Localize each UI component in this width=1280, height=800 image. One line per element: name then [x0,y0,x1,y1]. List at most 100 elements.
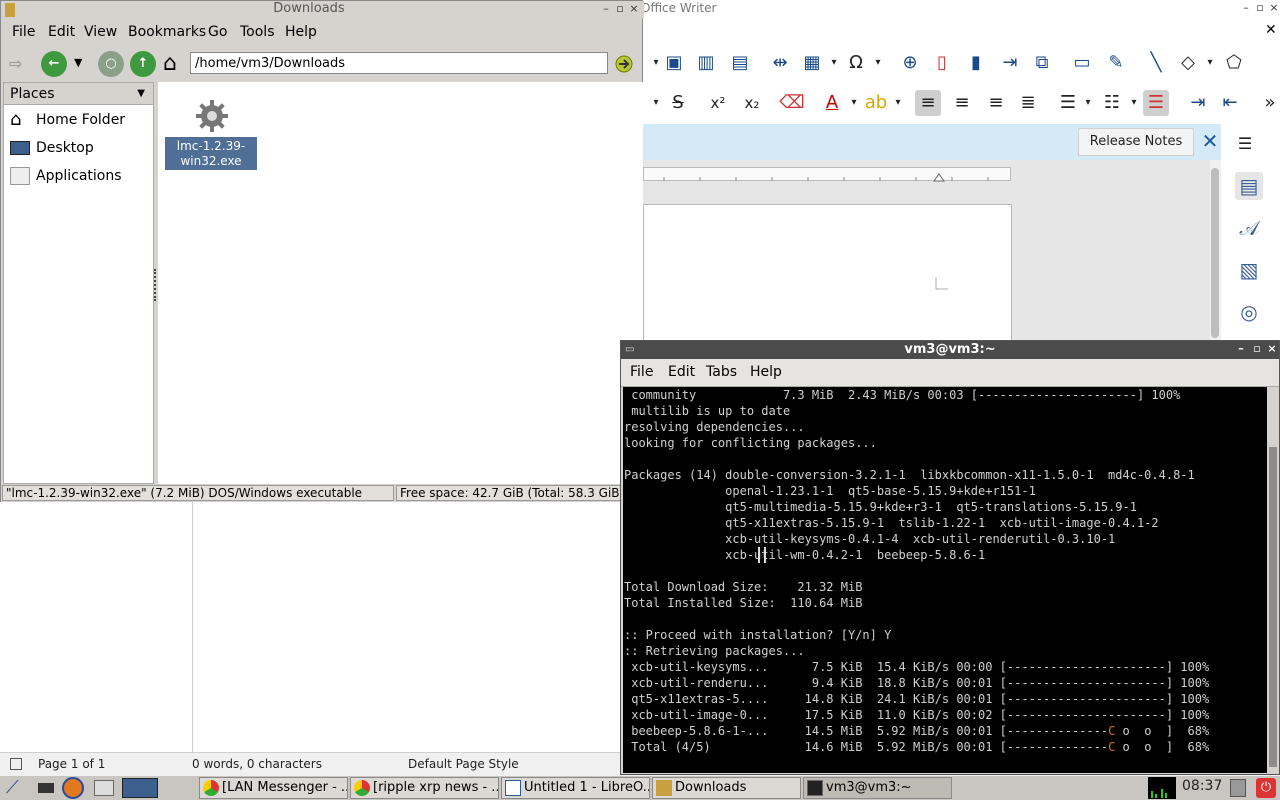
menu-tools[interactable]: Tools [240,24,275,40]
place-label: Applications [36,168,122,184]
align-left-icon[interactable]: ≡ [915,90,941,116]
dropdown-arrow-icon[interactable]: ▾ [1075,90,1101,116]
insert-textbox-icon[interactable]: ▤ [727,50,753,76]
bookmark-icon[interactable]: ⇥ [997,50,1023,76]
close-icon[interactable]: ✕ [1199,130,1221,152]
menu-file[interactable]: File [630,364,653,380]
task-ripple-news[interactable]: [ripple xrp news - ... [350,777,499,799]
menu-help[interactable]: Help [750,364,782,380]
justify-icon[interactable]: ≣ [1015,90,1041,116]
track-changes-icon[interactable]: ✎ [1103,50,1129,76]
comment-icon[interactable]: ▭ [1069,50,1095,76]
scroll-thumb[interactable] [1269,447,1277,767]
dropdown-arrow-icon[interactable]: ▾ [865,50,891,76]
start-menu-icon[interactable]: ⟋ [6,778,30,798]
history-dropdown-icon[interactable]: ▼ [74,56,82,69]
chevron-down-icon[interactable]: ▼ [137,88,145,99]
place-desktop[interactable]: Desktop [6,135,151,161]
file-manager-launcher-icon[interactable] [94,780,114,796]
terminal-line: xcb-util-renderu... 9.4 KiB 18.8 KiB/s 0… [624,676,1210,690]
strikethrough-icon[interactable]: S [665,90,691,116]
firefox-icon[interactable] [62,777,84,799]
home-icon: ⌂ [10,109,22,130]
menu-file[interactable]: File [12,24,35,40]
desktop-icon [10,141,30,155]
menu-bookmarks[interactable]: Bookmarks [128,24,206,40]
clock[interactable]: 08:37 [1182,778,1222,794]
terminal-scrollbar[interactable] [1267,387,1279,773]
up-icon[interactable]: ↑ [130,51,156,77]
window-title: Downloads [273,1,345,16]
endnote-icon[interactable]: ▮ [963,50,989,76]
menu-go[interactable]: Go [208,24,227,40]
insert-chart-icon[interactable]: ▥ [693,50,719,76]
properties-icon[interactable]: ▤ [1235,172,1263,200]
places-header[interactable]: Places ▼ [4,83,153,105]
menu-edit[interactable]: Edit [48,24,75,40]
home-icon[interactable]: ⌂ [163,51,177,77]
cross-reference-icon[interactable]: ⧉ [1029,50,1055,76]
sidebar-menu-icon[interactable]: ☰ [1231,130,1259,158]
subscript-icon[interactable]: x₂ [739,90,765,116]
power-icon[interactable]: ⏻ [1256,778,1276,798]
back-icon[interactable]: ← [41,51,67,77]
go-icon[interactable] [613,54,635,74]
free-space-info: Free space: 42.7 GiB (Total: 58.3 GiB) [396,485,642,501]
dropdown-arrow-icon[interactable]: ▾ [1197,50,1223,76]
maximize-icon[interactable]: ▫ [1251,343,1263,355]
place-applications[interactable]: Applications [6,163,151,189]
minimize-icon[interactable]: – [600,3,612,15]
task-label: [LAN Messenger - ... [222,780,348,795]
terminal-output[interactable]: community 7.3 MiB 2.43 MiB/s 00:03 [----… [623,387,1267,773]
gallery-icon[interactable]: ▧ [1235,256,1263,284]
line-icon[interactable]: ╲ [1143,50,1169,76]
align-center-icon[interactable]: ≡ [949,90,975,116]
path-input[interactable] [190,52,608,74]
insert-image-icon[interactable]: ▣ [661,50,687,76]
draw-functions-icon[interactable]: ⬠ [1221,50,1247,76]
task-libreoffice[interactable]: Untitled 1 - LibreO... [501,777,650,799]
terminal-line: qt5-x11extras-5.15.9-1 tslib-1.22-1 xcb-… [624,516,1159,530]
decrease-indent-icon[interactable]: ⇤ [1217,90,1243,116]
close-icon[interactable]: × [1266,343,1278,355]
more-options-icon[interactable]: » [1257,90,1280,116]
menu-tabs[interactable]: Tabs [706,364,737,380]
task-downloads[interactable]: Downloads [652,777,801,799]
hyperlink-icon[interactable]: ⊕ [897,50,923,76]
release-notes-button[interactable]: Release Notes [1078,128,1194,156]
maximize-icon[interactable]: ▫ [614,3,626,15]
workspace-switcher-icon[interactable] [122,778,158,798]
show-desktop-icon[interactable] [38,783,54,793]
navigator-icon[interactable]: ◎ [1235,298,1263,326]
dropdown-arrow-icon[interactable]: ▾ [885,90,911,116]
writer-scrollbar[interactable] [1210,160,1221,350]
restore-icon[interactable]: ▫ [1254,2,1266,14]
network-icon[interactable] [1230,779,1246,797]
clear-formatting-icon[interactable]: ⌫ [779,90,805,116]
no-list-icon[interactable]: ☰ [1143,90,1169,116]
close-icon[interactable]: × [1268,2,1280,14]
footnote-icon[interactable]: ▯ [929,50,955,76]
file-item[interactable]: lmc-1.2.39- win32.exe [165,99,257,171]
place-home-folder[interactable]: ⌂ Home Folder [6,107,151,133]
increase-indent-icon[interactable]: ⇥ [1185,90,1211,116]
menu-edit[interactable]: Edit [668,364,695,380]
document-page[interactable] [643,204,1012,354]
minimize-icon[interactable]: – [1235,343,1247,355]
new-tab-icon[interactable]: ⇨ [9,56,31,72]
task-lan-messenger[interactable]: [LAN Messenger - ... [199,777,348,799]
menu-help[interactable]: Help [285,24,317,40]
scroll-thumb[interactable] [1211,168,1219,338]
close-document-icon[interactable]: ✕ [1265,22,1277,38]
page-break-icon[interactable]: ⇹ [767,50,793,76]
styles-icon[interactable]: 𝒜 [1235,214,1263,242]
menu-view[interactable]: View [84,24,117,40]
align-right-icon[interactable]: ≡ [983,90,1009,116]
minimize-icon[interactable]: – [1240,2,1252,14]
task-terminal[interactable]: vm3@vm3:~ [803,777,952,799]
selection-info: "lmc-1.2.39-win32.exe" (7.2 MiB) DOS/Win… [2,485,394,501]
forward-icon[interactable]: ○ [98,51,124,77]
superscript-icon[interactable]: x² [705,90,731,116]
close-icon[interactable]: × [628,3,640,15]
progress-text: beebeep-5.8.6-1-... 14.5 MiB 5.92 MiB/s … [624,724,1109,738]
